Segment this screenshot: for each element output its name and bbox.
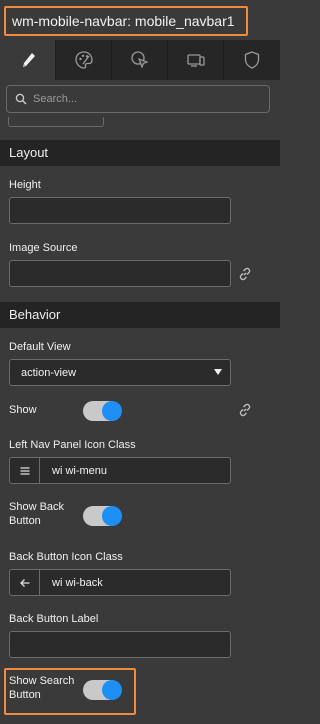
icon-picker-button[interactable] bbox=[10, 458, 40, 483]
search-icon bbox=[15, 93, 27, 105]
back-button-icon-label: Back Button Icon Class bbox=[9, 551, 123, 563]
back-button-label-field[interactable] bbox=[9, 631, 231, 658]
section-header-behavior: Behavior bbox=[0, 302, 280, 328]
default-view-value: action-view bbox=[21, 367, 77, 379]
height-label: Height bbox=[9, 179, 41, 191]
toggle-knob bbox=[102, 680, 122, 700]
show-toggle[interactable] bbox=[83, 401, 122, 421]
tab-security[interactable] bbox=[224, 40, 280, 80]
section-header-layout: Layout bbox=[0, 140, 280, 166]
show-back-button-label: Show Back Button bbox=[9, 501, 65, 527]
properties-header: wm-mobile-navbar: mobile_navbar1 bbox=[0, 0, 280, 40]
cursor-click-icon bbox=[130, 51, 149, 69]
tab-events[interactable] bbox=[112, 40, 168, 80]
toggle-knob bbox=[102, 506, 122, 526]
search-box[interactable] bbox=[6, 85, 270, 113]
image-source-label: Image Source bbox=[9, 242, 78, 254]
link-icon[interactable] bbox=[238, 267, 252, 281]
back-button-label-label: Back Button Label bbox=[9, 613, 99, 625]
scrolled-field-edge bbox=[8, 117, 104, 127]
icon-picker-button[interactable] bbox=[10, 570, 40, 595]
show-label: Show bbox=[9, 404, 37, 416]
left-nav-icon-label: Left Nav Panel Icon Class bbox=[9, 439, 136, 451]
default-view-label: Default View bbox=[9, 341, 71, 353]
tab-device[interactable] bbox=[168, 40, 224, 80]
devices-icon bbox=[186, 54, 205, 67]
show-back-button-toggle[interactable] bbox=[83, 506, 122, 526]
caret-down-icon bbox=[214, 369, 222, 375]
left-nav-icon-value: wi wi-menu bbox=[52, 465, 108, 477]
back-button-icon-field[interactable]: wi wi-back bbox=[9, 569, 231, 596]
search-input[interactable] bbox=[33, 93, 253, 105]
tab-styles[interactable] bbox=[56, 40, 112, 80]
menu-icon bbox=[20, 466, 29, 475]
back-button-icon-value: wi wi-back bbox=[52, 577, 103, 589]
pencil-icon bbox=[22, 53, 35, 67]
height-field[interactable] bbox=[9, 197, 231, 224]
image-source-field[interactable] bbox=[9, 260, 231, 287]
palette-icon bbox=[74, 51, 93, 69]
arrow-left-icon bbox=[19, 578, 29, 587]
show-search-button-toggle[interactable] bbox=[83, 680, 122, 700]
link-icon[interactable] bbox=[238, 403, 252, 417]
toggle-knob bbox=[102, 401, 122, 421]
default-view-select[interactable]: action-view bbox=[9, 359, 231, 386]
panel-tabs bbox=[0, 40, 280, 80]
show-search-button-label: Show Search Button bbox=[9, 675, 75, 701]
tab-properties[interactable] bbox=[0, 40, 56, 80]
left-nav-icon-field[interactable]: wi wi-menu bbox=[9, 457, 231, 484]
shield-icon bbox=[244, 51, 260, 69]
widget-title: wm-mobile-navbar: mobile_navbar1 bbox=[4, 6, 248, 36]
